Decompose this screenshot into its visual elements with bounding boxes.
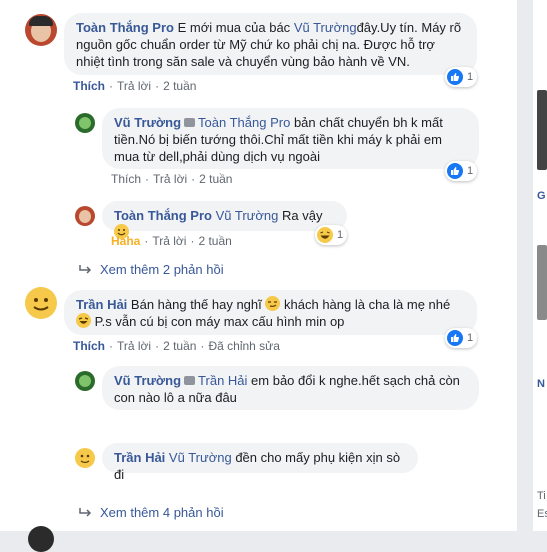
comment-bubble: Trần Hải Bán hàng thế hay nghĩ khách hàn… <box>64 290 477 335</box>
laughing-emoji-icon <box>76 313 91 328</box>
avatar[interactable] <box>75 113 95 133</box>
like-reaction-icon <box>447 330 463 346</box>
haha-link[interactable]: Haha <box>111 234 140 248</box>
view-more-replies[interactable]: Xem thêm 2 phản hồi <box>78 262 224 277</box>
reply-link[interactable]: Trả lời <box>117 339 151 353</box>
like-reaction-icon <box>447 69 463 85</box>
view-more-replies[interactable]: Xem thêm 4 phản hồi <box>78 505 224 520</box>
reply-author[interactable]: Vũ Trường <box>114 115 181 130</box>
reply-bubble: Vũ Trường Toàn Thắng Pro bản chất chuyển … <box>102 108 479 169</box>
like-link[interactable]: Thích <box>111 172 141 186</box>
reply-author[interactable]: Vũ Trường <box>114 373 181 388</box>
like-reaction-icon <box>447 163 463 179</box>
mention-link[interactable]: Vũ Trường <box>294 20 357 35</box>
reaction-count: 1 <box>467 165 474 177</box>
sidebar-fragment[interactable]: G <box>537 190 546 202</box>
comment-text: E mới mua của bác <box>177 20 291 35</box>
reply-actions: Thích · Trả lời · 2 tuần <box>111 172 233 186</box>
avatar[interactable] <box>25 287 57 319</box>
reaction-summary[interactable]: 1 <box>445 67 478 87</box>
reaction-count: 1 <box>467 332 474 344</box>
avatar[interactable] <box>75 448 95 468</box>
avatar[interactable] <box>75 206 95 226</box>
sidebar-ad-image[interactable] <box>537 245 547 320</box>
reply-bubble: Toàn Thắng Pro Vũ Trường Ra vậy <box>102 201 347 239</box>
reply-bubble: Trần Hải Vũ Trường đền cho mấy phụ kiện … <box>102 443 418 482</box>
sidebar-fragment[interactable]: N <box>537 378 545 390</box>
messenger-icon <box>184 118 196 127</box>
edited-label[interactable]: Đã chỉnh sửa <box>208 339 279 353</box>
reply-bubble: Vũ Trường Trần Hải em bảo đổi k nghe.hết … <box>102 366 479 410</box>
reply-author[interactable]: Trần Hải <box>114 450 165 465</box>
comment-text: khách hàng là cha là mẹ nhé <box>284 297 451 312</box>
mention-link[interactable]: Vũ Trường <box>169 450 232 465</box>
timestamp[interactable]: 2 tuần <box>163 79 196 93</box>
avatar[interactable] <box>25 14 57 46</box>
comment-text: Bán hàng thế hay nghĩ <box>130 297 262 312</box>
view-more-label[interactable]: Xem thêm 4 phản hồi <box>100 505 224 520</box>
reply-link[interactable]: Trả lời <box>153 172 187 186</box>
comment-bubble: Toàn Thắng Pro E mới mua của bác Vũ Trườ… <box>64 13 477 75</box>
reaction-count: 1 <box>467 71 474 83</box>
smirk-emoji-icon <box>265 296 281 311</box>
reply-text: Ra vậy <box>282 208 323 223</box>
mention-link[interactable]: Toàn Thắng Pro <box>198 115 290 130</box>
reply-author[interactable]: Toàn Thắng Pro <box>114 208 212 223</box>
like-link[interactable]: Thích <box>73 79 105 93</box>
sidebar-fragment: Es <box>537 508 547 520</box>
sidebar-ad-image[interactable] <box>537 90 547 170</box>
comment-author[interactable]: Toàn Thắng Pro <box>76 20 174 35</box>
comment-author[interactable]: Trần Hải <box>76 297 127 312</box>
reaction-summary[interactable]: 1 <box>445 328 478 348</box>
haha-reaction-icon <box>317 227 333 243</box>
reply-arrow-icon <box>78 262 92 277</box>
timestamp[interactable]: 2 tuần <box>163 339 196 353</box>
mention-link[interactable]: Trần Hải <box>198 373 247 388</box>
mention-link[interactable]: Vũ Trường <box>216 208 279 223</box>
avatar[interactable] <box>75 371 95 391</box>
reply-link[interactable]: Trả lời <box>152 234 186 248</box>
messenger-icon <box>184 376 196 385</box>
comment-text: P.s vẫn cú bị con máy max cấu hình min o… <box>94 314 345 329</box>
view-more-label[interactable]: Xem thêm 2 phản hồi <box>100 262 224 277</box>
reply-actions: Haha · Trả lời · 2 tuần <box>111 234 232 248</box>
comment-actions: Thích · Trả lời · 2 tuần <box>73 79 197 93</box>
sidebar-fragment: Ti <box>537 490 546 502</box>
avatar[interactable] <box>28 526 54 552</box>
timestamp[interactable]: 2 tuần <box>198 234 231 248</box>
reply-link[interactable]: Trả lời <box>117 79 151 93</box>
timestamp[interactable]: 2 tuần <box>199 172 232 186</box>
comment-actions: Thích · Trả lời · 2 tuần · Đã chỉnh sửa <box>73 339 280 353</box>
reaction-count: 1 <box>337 229 344 241</box>
reaction-summary[interactable]: 1 <box>315 225 348 245</box>
reply-arrow-icon <box>78 505 92 520</box>
like-link[interactable]: Thích <box>73 339 105 353</box>
reaction-summary[interactable]: 1 <box>445 161 478 181</box>
